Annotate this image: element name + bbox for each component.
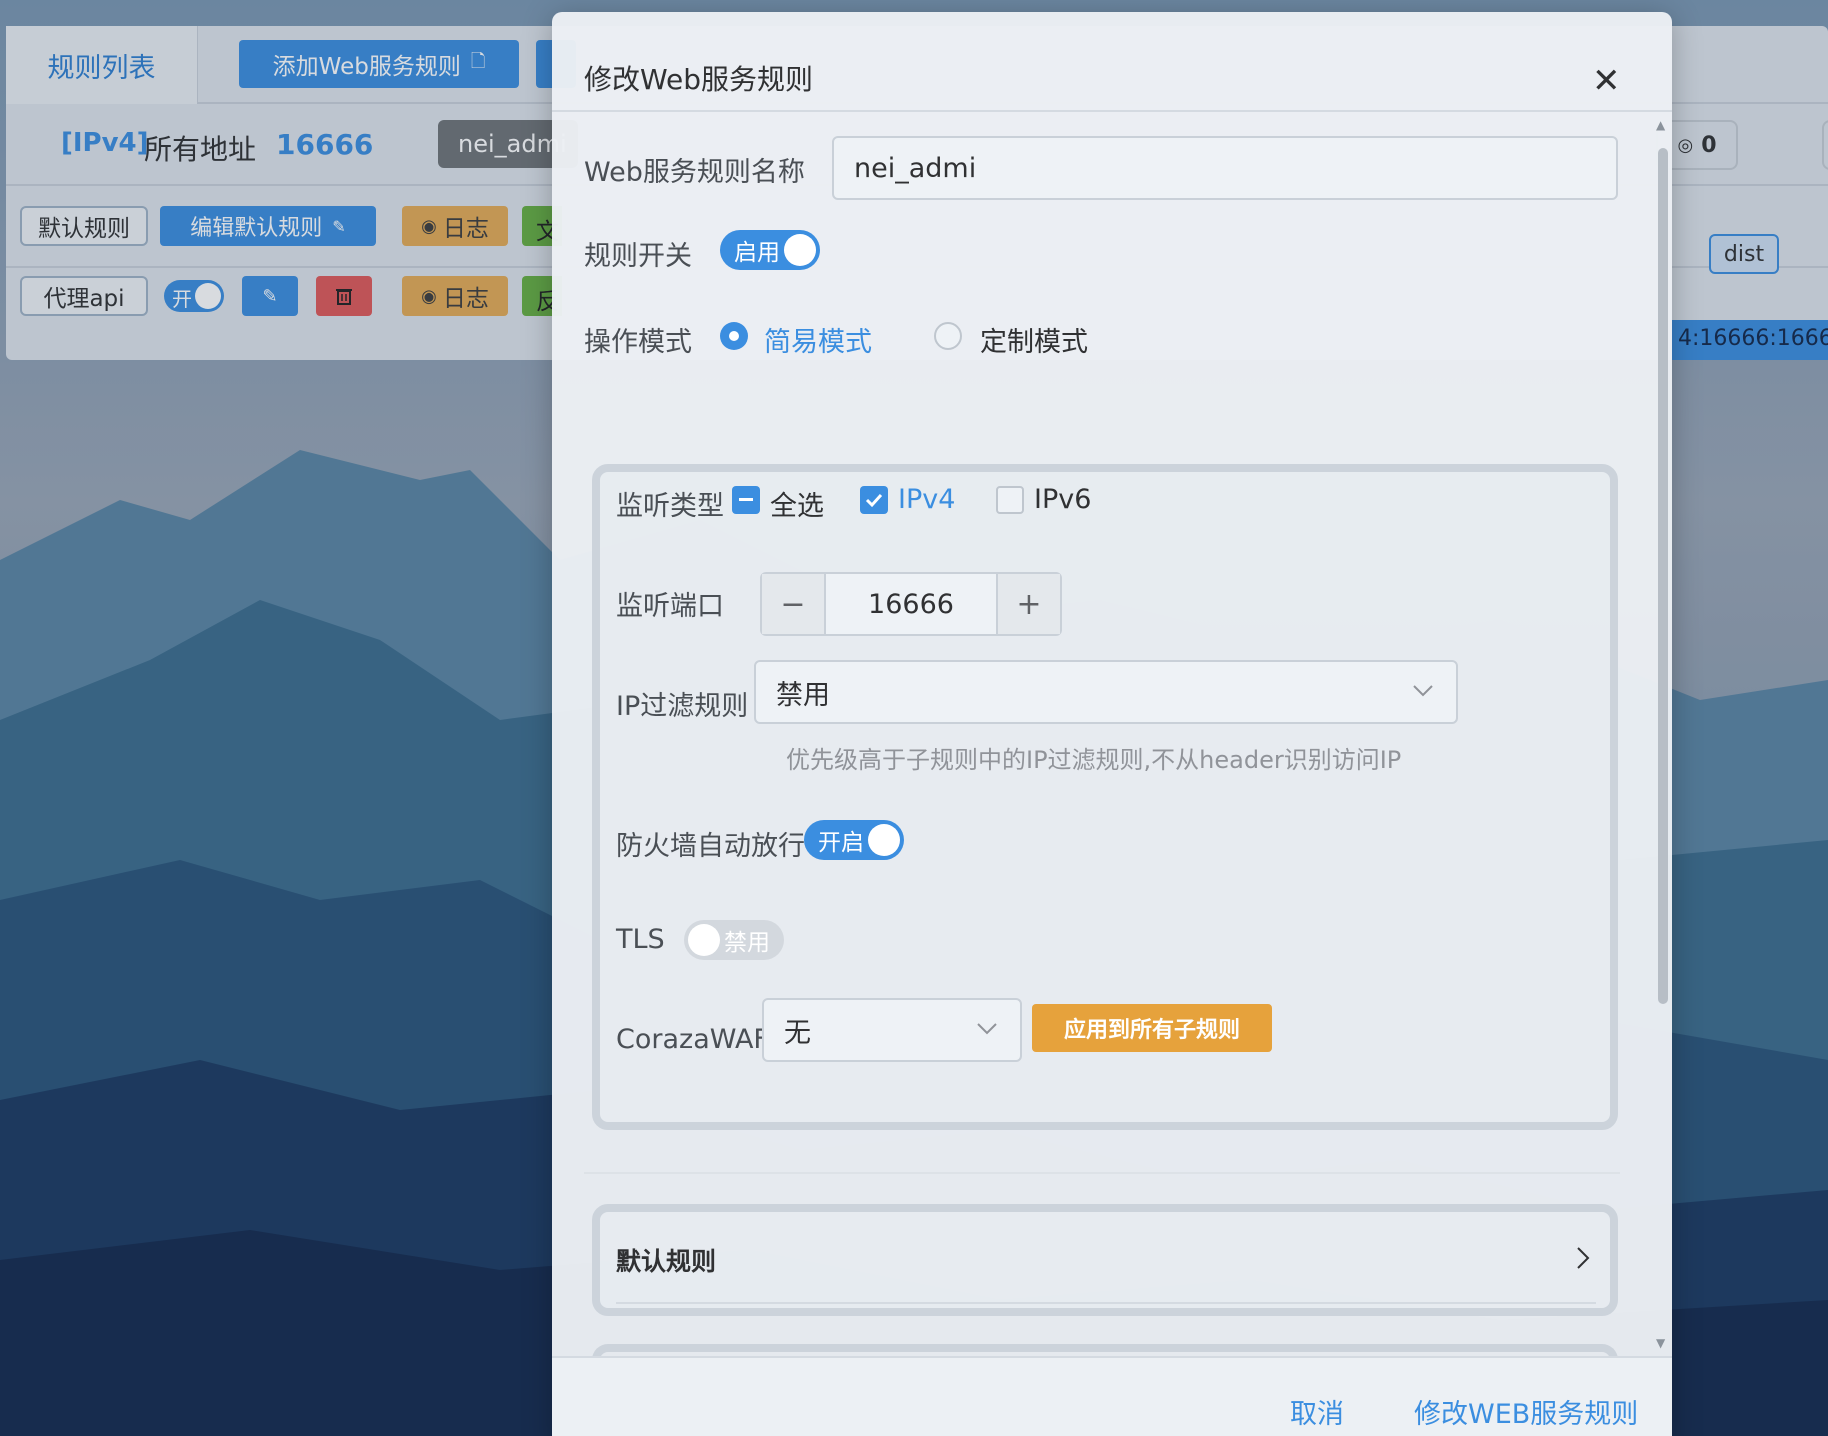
- default-rule-section-title: 默认规则: [616, 1247, 717, 1276]
- tls-label: TLS: [616, 924, 665, 955]
- section-divider: [584, 1172, 1620, 1174]
- port-input[interactable]: 16666: [826, 574, 996, 634]
- waf-value: 无: [784, 1017, 811, 1049]
- ip-filter-value: 禁用: [776, 679, 830, 711]
- close-icon[interactable]: ✕: [1592, 64, 1621, 98]
- listen-settings-panel: 监听类型 全选 IPv4 IPv6 监听端口 − 16666 + IP过滤规则 …: [592, 464, 1618, 1130]
- tls-switch[interactable]: 禁用: [684, 920, 784, 960]
- tls-switch-state: 禁用: [724, 930, 770, 956]
- edit-web-rule-dialog: 修改Web服务规则 ✕ Web服务规则名称 nei_admi 规则开关 启用 操…: [552, 12, 1672, 1436]
- mode-label: 操作模式: [584, 327, 692, 358]
- chevron-down-icon: [1413, 685, 1433, 697]
- decrement-button[interactable]: −: [762, 574, 826, 634]
- firewall-label: 防火墙自动放行: [616, 831, 805, 862]
- custom-mode-radio[interactable]: [934, 322, 962, 350]
- waf-label: CorazaWAF: [616, 1024, 769, 1055]
- submit-button[interactable]: 修改WEB服务规则: [1414, 1392, 1638, 1431]
- select-all-label[interactable]: 全选: [770, 484, 824, 523]
- dialog-scrollbar[interactable]: ▲ ▼: [1652, 114, 1672, 1356]
- simple-mode-radio[interactable]: [720, 322, 748, 350]
- select-all-checkbox[interactable]: [732, 486, 760, 514]
- switch-knob: [688, 924, 720, 956]
- firewall-switch-state: 开启: [818, 830, 864, 856]
- increment-button[interactable]: +: [996, 574, 1060, 634]
- firewall-switch[interactable]: 开启: [804, 820, 904, 860]
- rule-name-label: Web服务规则名称: [584, 157, 805, 188]
- ipv6-checkbox[interactable]: [996, 486, 1024, 514]
- dialog-title: 修改Web服务规则: [584, 63, 814, 96]
- cancel-button[interactable]: 取消: [1290, 1392, 1344, 1431]
- collapse-underline: [616, 1302, 1596, 1304]
- listen-type-label: 监听类型: [616, 491, 724, 522]
- ipv6-label[interactable]: IPv6: [1034, 484, 1091, 515]
- listen-port-stepper: − 16666 +: [760, 572, 1062, 636]
- ip-filter-select[interactable]: 禁用: [754, 660, 1458, 724]
- next-section-collapse[interactable]: [592, 1344, 1618, 1356]
- chevron-down-icon: [977, 1023, 997, 1035]
- scroll-down-icon[interactable]: ▼: [1656, 1336, 1665, 1350]
- rule-switch-state: 启用: [734, 240, 780, 266]
- waf-select[interactable]: 无: [762, 998, 1022, 1062]
- ip-filter-label: IP过滤规则: [616, 691, 749, 722]
- dialog-header: 修改Web服务规则 ✕: [552, 12, 1672, 112]
- ipv4-checkbox[interactable]: [860, 486, 888, 514]
- ip-filter-hint: 优先级高于子规则中的IP过滤规则,不从header识别访问IP: [786, 746, 1402, 774]
- rule-name-input[interactable]: nei_admi: [832, 136, 1618, 200]
- custom-mode-label[interactable]: 定制模式: [980, 320, 1088, 359]
- ipv4-label[interactable]: IPv4: [898, 484, 955, 515]
- switch-knob: [868, 824, 900, 856]
- switch-knob: [784, 234, 816, 266]
- rule-switch-label: 规则开关: [584, 241, 692, 272]
- check-icon: [865, 493, 883, 508]
- listen-port-label: 监听端口: [616, 591, 724, 622]
- simple-mode-label[interactable]: 简易模式: [764, 320, 872, 359]
- apply-to-all-subrules-button[interactable]: 应用到所有子规则: [1032, 1004, 1272, 1052]
- scroll-thumb[interactable]: [1658, 148, 1668, 1004]
- dialog-body: Web服务规则名称 nei_admi 规则开关 启用 操作模式 简易模式 定制模…: [552, 114, 1652, 1356]
- dialog-footer: 取消 修改WEB服务规则: [552, 1356, 1672, 1436]
- scroll-up-icon[interactable]: ▲: [1656, 118, 1665, 132]
- chevron-right-icon: [1577, 1247, 1590, 1269]
- rule-enable-switch[interactable]: 启用: [720, 230, 820, 270]
- default-rule-collapse[interactable]: 默认规则: [592, 1204, 1618, 1316]
